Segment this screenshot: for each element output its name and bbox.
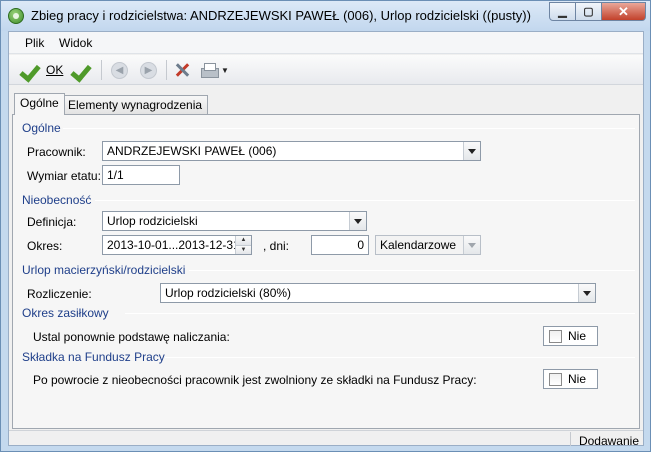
section-divider bbox=[165, 357, 635, 358]
next-button[interactable]: ▶ bbox=[140, 59, 157, 81]
checkbox-icon[interactable] bbox=[549, 372, 562, 386]
section-title-absence: Nieobecność bbox=[22, 193, 92, 207]
window-controls: ▁ ▢ ✕ bbox=[549, 2, 646, 21]
period-label: Okres: bbox=[27, 239, 63, 253]
status-mode: Dodawanie bbox=[578, 434, 639, 448]
days-input[interactable]: 0 bbox=[311, 235, 369, 255]
minimize-icon: ▁ bbox=[558, 6, 567, 18]
save-and-new-button[interactable] bbox=[72, 59, 94, 81]
basis-value: Nie bbox=[568, 329, 587, 343]
tools-button[interactable] bbox=[173, 59, 191, 81]
maximize-icon: ▢ bbox=[583, 6, 594, 18]
definition-combo[interactable]: Urlop rodzicielski bbox=[102, 211, 367, 231]
arrow-right-icon: ▶ bbox=[140, 61, 157, 79]
employee-label: Pracownik: bbox=[27, 145, 86, 159]
section-divider bbox=[189, 270, 635, 271]
status-separator bbox=[570, 432, 571, 446]
window-title: Zbieg pracy i rodzicielstwa: ANDRZEJEWSK… bbox=[31, 8, 531, 23]
dropdown-icon bbox=[463, 236, 480, 254]
dropdown-icon[interactable] bbox=[578, 284, 595, 302]
section-divider bbox=[63, 128, 635, 129]
definition-label: Definicja: bbox=[27, 215, 77, 229]
settlement-label: Rozliczenie: bbox=[27, 287, 92, 301]
definition-value: Urlop rodzicielski bbox=[107, 214, 198, 228]
dialog-window: Zbieg pracy i rodzicielstwa: ANDRZEJEWSK… bbox=[0, 0, 651, 452]
etat-input[interactable]: 1/1 bbox=[102, 165, 180, 185]
close-icon: ✕ bbox=[618, 3, 629, 19]
print-button[interactable]: ▼ bbox=[200, 59, 229, 81]
settlement-combo[interactable]: Urlop rodzicielski (80%) bbox=[160, 283, 596, 303]
spin-down-icon[interactable]: ▼ bbox=[236, 245, 251, 254]
arrow-left-icon: ◀ bbox=[111, 61, 128, 79]
ok-label: OK bbox=[46, 63, 64, 77]
maximize-button[interactable]: ▢ bbox=[576, 2, 602, 21]
checkmark-icon bbox=[21, 59, 43, 81]
period-spinner[interactable]: ▲ ▼ bbox=[235, 236, 251, 254]
dropdown-arrow-icon: ▼ bbox=[221, 65, 229, 75]
dropdown-icon[interactable] bbox=[349, 212, 366, 230]
title-bar[interactable]: Zbieg pracy i rodzicielstwa: ANDRZEJEWSK… bbox=[1, 1, 650, 31]
toolbar: OK ◀ ▶ ▼ bbox=[9, 55, 643, 85]
close-button[interactable]: ✕ bbox=[602, 2, 646, 21]
section-divider bbox=[125, 313, 635, 314]
tools-icon bbox=[173, 61, 191, 79]
exempt-label: Po powrocie z nieobecności pracownik jes… bbox=[33, 373, 477, 387]
app-icon bbox=[8, 8, 24, 24]
status-bar: Dodawanie bbox=[9, 430, 643, 448]
minimize-button[interactable]: ▁ bbox=[549, 2, 576, 21]
exempt-value: Nie bbox=[568, 372, 587, 386]
toolbar-separator bbox=[101, 60, 102, 80]
printer-icon bbox=[200, 62, 219, 78]
period-value: 2013-10-01...2013-12-31 bbox=[107, 238, 240, 252]
menu-file[interactable]: Plik bbox=[25, 36, 44, 50]
days-value: 0 bbox=[357, 238, 364, 252]
toolbar-separator bbox=[166, 60, 167, 80]
dropdown-icon[interactable] bbox=[463, 142, 480, 160]
client-area: Plik Widok OK ◀ ▶ ▼ Ogólne Elementy wyna… bbox=[8, 31, 644, 448]
menu-bar: Plik Widok bbox=[9, 32, 643, 54]
checkbox-icon[interactable] bbox=[549, 329, 562, 343]
menu-view[interactable]: Widok bbox=[59, 36, 92, 50]
exempt-checkbox[interactable]: Nie bbox=[543, 369, 598, 389]
tab-general[interactable]: Ogólne bbox=[14, 93, 65, 115]
employee-value: ANDRZEJEWSKI PAWEŁ (006) bbox=[107, 144, 277, 158]
section-title-labor-fund: Składka na Fundusz Pracy bbox=[22, 350, 165, 364]
tab-salary-elements[interactable]: Elementy wynagrodzenia bbox=[62, 95, 209, 114]
tab-panel-general: Ogólne Pracownik: ANDRZEJEWSKI PAWEŁ (00… bbox=[12, 114, 640, 429]
section-divider bbox=[95, 200, 635, 201]
section-title-benefit: Okres zasiłkowy bbox=[22, 306, 109, 320]
days-label: , dni: bbox=[263, 239, 290, 253]
etat-label: Wymiar etatu: bbox=[27, 169, 101, 183]
etat-value: 1/1 bbox=[107, 168, 124, 182]
period-input[interactable]: 2013-10-01...2013-12-31 ▲ ▼ bbox=[102, 235, 252, 255]
settlement-value: Urlop rodzicielski (80%) bbox=[165, 286, 292, 300]
spin-up-icon[interactable]: ▲ bbox=[236, 236, 251, 245]
days-type-combo: Kalendarzowe bbox=[375, 235, 481, 255]
days-type-value: Kalendarzowe bbox=[380, 238, 457, 252]
section-title-general: Ogólne bbox=[22, 121, 61, 135]
previous-button[interactable]: ◀ bbox=[111, 59, 128, 81]
ok-button[interactable]: OK bbox=[21, 59, 63, 81]
section-title-leave: Urlop macierzyński/rodzicielski bbox=[22, 263, 186, 277]
basis-label: Ustal ponownie podstawę naliczania: bbox=[33, 330, 230, 344]
basis-checkbox[interactable]: Nie bbox=[543, 326, 598, 346]
employee-combo[interactable]: ANDRZEJEWSKI PAWEŁ (006) bbox=[102, 141, 481, 161]
checkmark-icon bbox=[72, 59, 94, 81]
